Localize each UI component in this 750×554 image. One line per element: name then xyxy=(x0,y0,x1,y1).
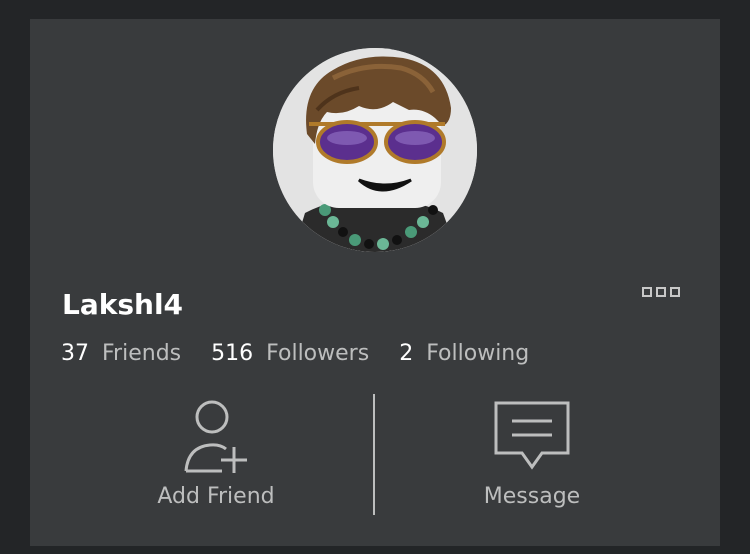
stat-label: Followers xyxy=(266,341,370,366)
stat-following[interactable]: 2 Following xyxy=(399,339,529,369)
stat-friends[interactable]: 37 Friends xyxy=(61,339,181,369)
message-button[interactable]: Message xyxy=(432,397,632,517)
stats-row: 37 Friends 516 Followers 2 Following xyxy=(61,339,559,369)
divider xyxy=(373,394,375,515)
add-friend-label: Add Friend xyxy=(157,484,275,509)
add-friend-button[interactable]: Add Friend xyxy=(116,397,316,517)
username: Lakshl4 xyxy=(62,288,184,321)
avatar-image xyxy=(273,48,477,252)
stat-followers[interactable]: 516 Followers xyxy=(211,339,369,369)
stat-label: Friends xyxy=(102,341,182,366)
stat-label: Following xyxy=(426,341,530,366)
profile-card: Lakshl4 37 Friends 516 Followers 2 Follo… xyxy=(30,19,720,546)
avatar[interactable] xyxy=(273,48,477,252)
message-icon xyxy=(494,401,570,470)
more-dot-icon xyxy=(656,287,666,297)
add-friend-icon xyxy=(184,400,247,473)
more-dot-icon xyxy=(670,287,680,297)
stat-count: 2 xyxy=(399,341,414,366)
more-options-button[interactable] xyxy=(642,287,680,297)
more-dot-icon xyxy=(642,287,652,297)
message-label: Message xyxy=(483,484,581,509)
stat-count: 516 xyxy=(211,341,254,366)
stat-count: 37 xyxy=(61,341,89,366)
